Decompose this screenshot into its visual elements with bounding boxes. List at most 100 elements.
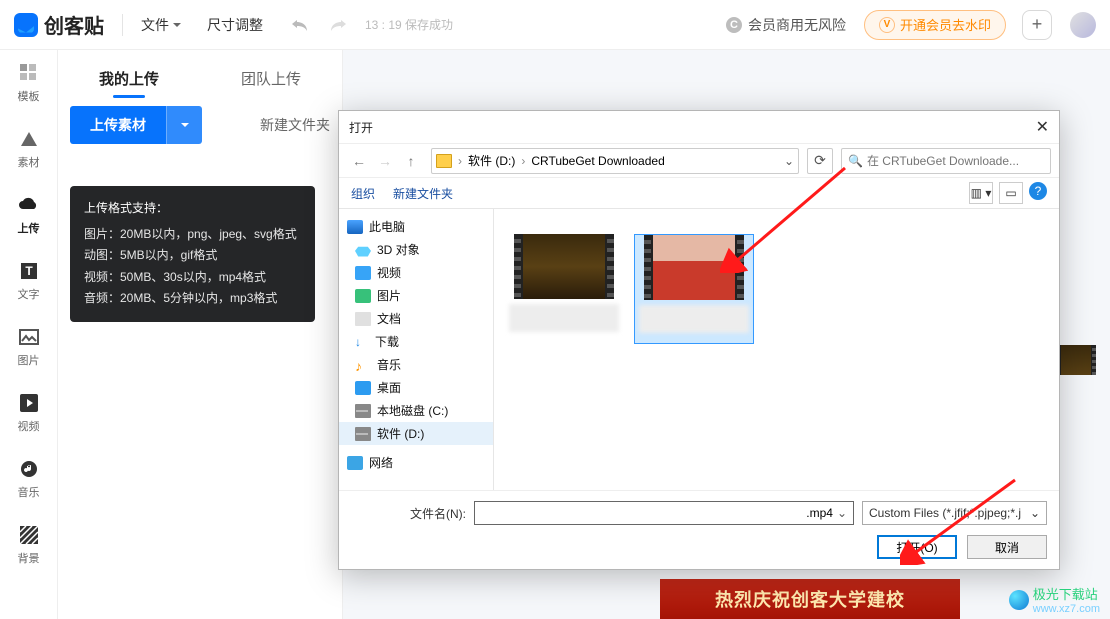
- dialog-title: 打开: [349, 119, 373, 136]
- downloads-icon: [355, 335, 369, 349]
- dialog-titlebar: 打开 ✕: [339, 111, 1059, 143]
- drive-icon: [355, 404, 371, 418]
- search-icon: 🔍: [848, 154, 863, 168]
- sidebar-item-background[interactable]: 背景: [18, 524, 40, 566]
- tree-drive-c[interactable]: 本地磁盘 (C:): [339, 399, 493, 422]
- sidebar-item-template[interactable]: 模板: [18, 62, 40, 104]
- network-icon: [347, 456, 363, 470]
- tree-pictures[interactable]: 图片: [339, 284, 493, 307]
- grid-icon: [18, 62, 40, 84]
- vip-button[interactable]: V 开通会员去水印: [864, 10, 1006, 40]
- sidebar-item-material[interactable]: 素材: [18, 128, 40, 170]
- avatar[interactable]: [1070, 12, 1096, 38]
- path-dropdown[interactable]: ⌄: [784, 154, 794, 168]
- divider: [122, 14, 123, 36]
- file-menu[interactable]: 文件: [141, 15, 181, 35]
- tree-downloads[interactable]: 下载: [339, 330, 493, 353]
- sidebar-item-music[interactable]: 音乐: [18, 458, 40, 500]
- left-sidebar: 模板 素材 上传 T文字 图片 视频 音乐 背景: [0, 50, 58, 619]
- vip-badge-icon: V: [879, 17, 895, 33]
- new-folder-link[interactable]: 新建文件夹: [260, 106, 330, 144]
- logo-text: 创客贴: [44, 10, 104, 39]
- save-status: 13 : 19 保存成功: [365, 16, 453, 33]
- desktop-icon: [355, 381, 371, 395]
- breadcrumb[interactable]: › 软件 (D:) › CRTubeGet Downloaded ⌄: [431, 148, 799, 174]
- nav-up[interactable]: ↑: [399, 149, 423, 173]
- copyright-icon: C: [726, 17, 742, 33]
- svg-text:T: T: [25, 264, 33, 278]
- tree-music[interactable]: ♪音乐: [339, 353, 493, 376]
- upload-dropdown[interactable]: [166, 106, 202, 144]
- crumb-drive[interactable]: 软件 (D:): [468, 152, 515, 169]
- sidebar-item-upload[interactable]: 上传: [18, 194, 40, 236]
- logo-icon: [14, 13, 38, 37]
- upload-tabs: 我的上传 团队上传: [58, 50, 342, 106]
- nav-forward: →: [373, 149, 397, 173]
- cancel-button[interactable]: 取消: [967, 535, 1047, 559]
- mini-video-thumbnail: [1056, 345, 1096, 375]
- file-name-obscured: [509, 304, 619, 332]
- refresh-button[interactable]: ⟳: [807, 148, 833, 174]
- search-box[interactable]: 🔍: [841, 148, 1051, 174]
- tab-team-upload[interactable]: 团队上传: [200, 50, 342, 106]
- filename-dropdown[interactable]: ⌄: [837, 506, 847, 520]
- video-thumbnail-icon: [644, 235, 744, 300]
- folder-tree: 此电脑 3D 对象 视频 图片 文档 下载 ♪音乐 桌面 本地磁盘 (C:) 软…: [339, 209, 494, 490]
- chevron-down-icon: [173, 23, 181, 31]
- filename-input[interactable]: [481, 506, 837, 520]
- video-thumbnail-icon: [514, 234, 614, 299]
- upload-button[interactable]: 上传素材: [70, 106, 166, 144]
- cloud-upload-icon: [18, 194, 40, 216]
- sidebar-item-image[interactable]: 图片: [18, 326, 40, 368]
- organise-menu[interactable]: 组织: [351, 185, 375, 202]
- file-type-filter[interactable]: Custom Files (*.jfif;*.pjpeg;*.j⌄: [862, 501, 1047, 525]
- nav-back[interactable]: ←: [347, 149, 371, 173]
- watermark: 极光下载站 www.xz7.com: [1009, 584, 1100, 615]
- filename-field[interactable]: ⌄: [474, 501, 854, 525]
- text-icon: T: [18, 260, 40, 282]
- undo-button[interactable]: [289, 14, 311, 36]
- videos-icon: [355, 266, 371, 280]
- member-notice[interactable]: C 会员商用无风险: [726, 15, 846, 35]
- tree-3d-objects[interactable]: 3D 对象: [339, 238, 493, 261]
- file-list[interactable]: [494, 209, 1059, 490]
- view-mode-button[interactable]: ▥ ▾: [969, 182, 993, 204]
- top-bar: 创客贴 文件 尺寸调整 13 : 19 保存成功 C 会员商用无风险 V 开通会…: [0, 0, 1110, 50]
- tree-network[interactable]: 网络: [339, 451, 493, 474]
- size-menu[interactable]: 尺寸调整: [207, 15, 263, 35]
- play-icon: [18, 392, 40, 414]
- close-button[interactable]: ✕: [1036, 117, 1049, 137]
- sidebar-item-video[interactable]: 视频: [18, 392, 40, 434]
- dialog-toolbar: 组织 新建文件夹 ▥ ▾ ▭ ?: [339, 177, 1059, 209]
- tree-videos[interactable]: 视频: [339, 261, 493, 284]
- open-button[interactable]: 打开(O): [877, 535, 957, 559]
- file-name-obscured: [639, 305, 749, 333]
- tree-documents[interactable]: 文档: [339, 307, 493, 330]
- upload-format-tooltip: 上传格式支持： 图片：20MB以内，png、jpeg、svg格式 动图：5MB以…: [70, 186, 315, 322]
- file-item-selected[interactable]: [634, 234, 754, 344]
- help-button[interactable]: ?: [1029, 182, 1047, 200]
- logo[interactable]: 创客贴: [14, 10, 104, 39]
- tree-drive-d[interactable]: 软件 (D:): [339, 422, 493, 445]
- new-folder-button[interactable]: 新建文件夹: [393, 185, 453, 202]
- search-input[interactable]: [867, 154, 1044, 168]
- redo-button[interactable]: [327, 14, 349, 36]
- music-icon: [18, 458, 40, 480]
- tree-this-pc[interactable]: 此电脑: [339, 215, 493, 238]
- sidebar-item-text[interactable]: T文字: [18, 260, 40, 302]
- dialog-nav: ← → ↑ › 软件 (D:) › CRTubeGet Downloaded ⌄…: [339, 143, 1059, 177]
- cube-icon: [355, 243, 371, 257]
- file-open-dialog: 打开 ✕ ← → ↑ › 软件 (D:) › CRTubeGet Downloa…: [338, 110, 1060, 570]
- file-item[interactable]: [504, 234, 624, 344]
- add-button[interactable]: +: [1022, 10, 1052, 40]
- tree-desktop[interactable]: 桌面: [339, 376, 493, 399]
- music-icon: ♪: [355, 358, 371, 372]
- watermark-logo-icon: [1009, 590, 1029, 610]
- drive-icon: [355, 427, 371, 441]
- preview-pane-button[interactable]: ▭: [999, 182, 1023, 204]
- tab-my-upload[interactable]: 我的上传: [58, 50, 200, 106]
- hatch-icon: [18, 524, 40, 546]
- triangle-icon: [18, 128, 40, 150]
- banner: 热烈庆祝创客大学建校: [660, 579, 960, 619]
- crumb-folder[interactable]: CRTubeGet Downloaded: [531, 154, 664, 168]
